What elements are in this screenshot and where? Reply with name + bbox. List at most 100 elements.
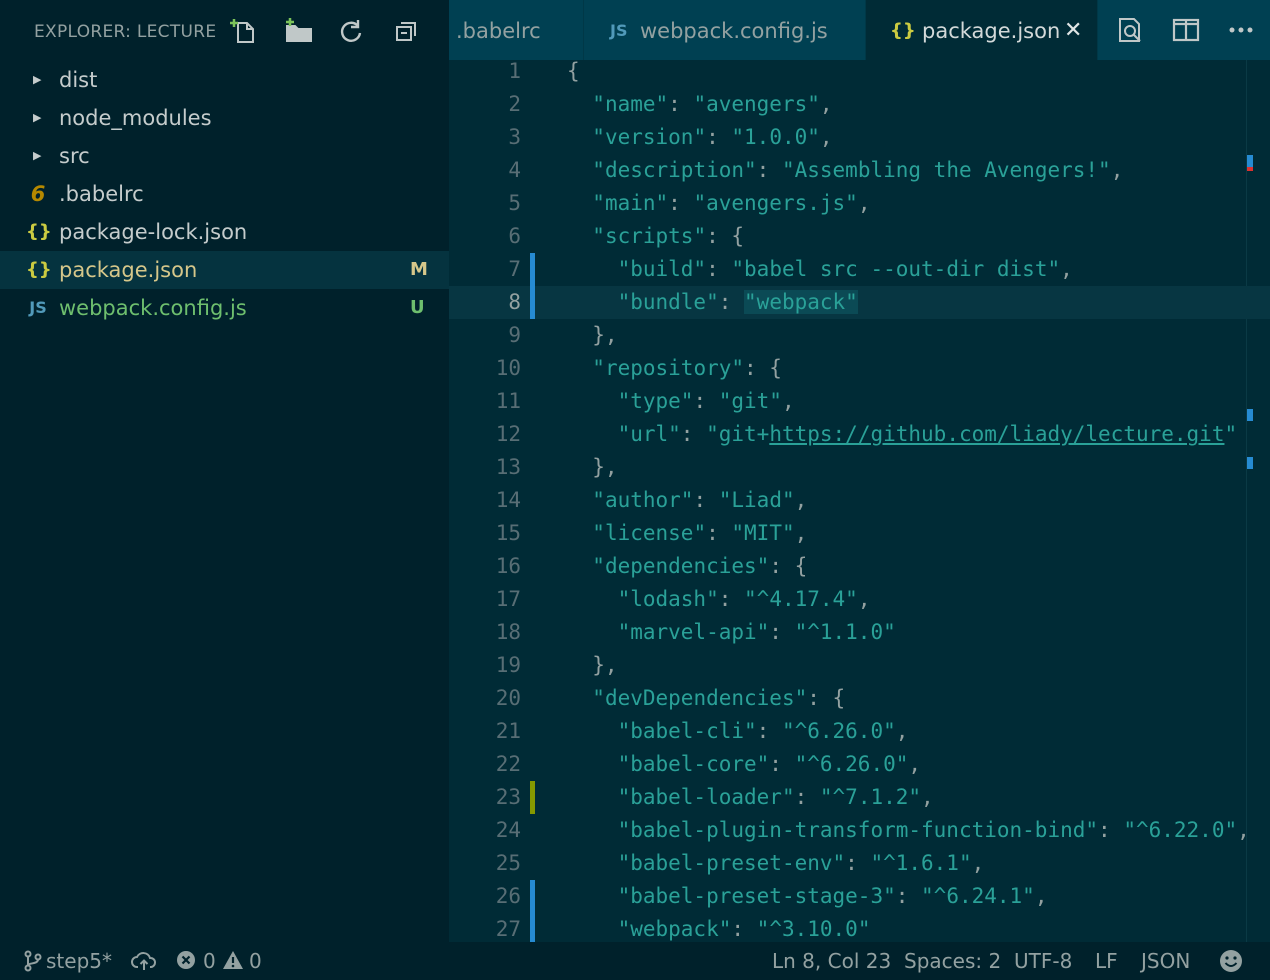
sync-button[interactable] bbox=[131, 942, 157, 980]
code-line[interactable]: 24 "babel-plugin-transform-function-bind… bbox=[449, 814, 1270, 847]
code-line[interactable]: 12 "url": "git+https://github.com/liady/… bbox=[449, 418, 1270, 451]
code-line[interactable]: 11 "type": "git", bbox=[449, 385, 1270, 418]
error-count: 0 bbox=[203, 949, 216, 973]
close-icon[interactable]: ✕ bbox=[1064, 0, 1082, 60]
collapse-all-icon[interactable] bbox=[392, 16, 422, 46]
tree-item-webpack-config[interactable]: JS webpack.config.js U bbox=[0, 289, 449, 327]
feedback-button[interactable] bbox=[1219, 942, 1245, 980]
chevron-right-icon: ▶ bbox=[33, 111, 42, 124]
line-number: 9 bbox=[508, 323, 521, 347]
git-change-marker[interactable] bbox=[530, 781, 535, 814]
more-actions-icon[interactable] bbox=[1226, 15, 1256, 45]
code-line[interactable]: 14 "author": "Liad", bbox=[449, 484, 1270, 517]
code-line[interactable]: 9 }, bbox=[449, 319, 1270, 352]
line-number: 1 bbox=[508, 60, 521, 83]
tree-item-label: dist bbox=[59, 68, 98, 92]
code-text: "description": "Assembling the Avengers!… bbox=[592, 158, 1124, 182]
line-number: 26 bbox=[495, 884, 521, 908]
indentation-selector[interactable]: Spaces: 2 bbox=[904, 942, 1001, 980]
refresh-icon[interactable] bbox=[336, 16, 366, 46]
code-editor[interactable]: 1{2 "name": "avengers", 3 "version": "1.0… bbox=[449, 60, 1270, 942]
code-line[interactable]: 5 "main": "avengers.js", bbox=[449, 187, 1270, 220]
code-line[interactable]: 27 "webpack": "^3.10.0" bbox=[449, 913, 1270, 942]
code-text: "url": "git+https://github.com/liady/lec… bbox=[617, 422, 1238, 446]
tab-webpack-config[interactable]: JS webpack.config.js bbox=[584, 0, 866, 60]
line-number: 4 bbox=[508, 158, 521, 182]
status-bar: step5* 0 0 Ln 8, Col 23 Spaces: 2 UTF-8 … bbox=[0, 942, 1270, 980]
warning-count: 0 bbox=[249, 949, 262, 973]
code-line[interactable]: 26 "babel-preset-stage-3": "^6.24.1", bbox=[449, 880, 1270, 913]
line-number: 22 bbox=[495, 752, 521, 776]
json-file-icon: {} bbox=[890, 20, 916, 41]
line-number: 24 bbox=[495, 818, 521, 842]
line-number: 18 bbox=[495, 620, 521, 644]
git-change-marker[interactable] bbox=[530, 880, 535, 913]
code-line[interactable]: 2 "name": "avengers", bbox=[449, 88, 1270, 121]
git-change-marker[interactable] bbox=[530, 253, 535, 286]
code-line[interactable]: 20 "devDependencies": { bbox=[449, 682, 1270, 715]
tree-item-babelrc[interactable]: 6 .babelrc bbox=[0, 175, 449, 213]
tree-item-package-lock[interactable]: {} package-lock.json bbox=[0, 213, 449, 251]
split-editor-icon[interactable] bbox=[1171, 15, 1201, 45]
tree-item-label: package-lock.json bbox=[59, 220, 248, 244]
code-line[interactable]: 23 "babel-loader": "^7.1.2", bbox=[449, 781, 1270, 814]
cursor-position[interactable]: Ln 8, Col 23 bbox=[772, 942, 891, 980]
code-line[interactable]: 16 "dependencies": { bbox=[449, 550, 1270, 583]
code-line[interactable]: 22 "babel-core": "^6.26.0", bbox=[449, 748, 1270, 781]
code-text: "babel-core": "^6.26.0", bbox=[617, 752, 922, 776]
code-line[interactable]: 4 "description": "Assembling the Avenger… bbox=[449, 154, 1270, 187]
line-number: 3 bbox=[508, 125, 521, 149]
tab-label: webpack.config.js bbox=[640, 19, 828, 43]
tree-item-label: package.json bbox=[59, 258, 198, 282]
tab-babelrc[interactable]: .babelrc bbox=[449, 0, 584, 60]
language-selector[interactable]: JSON bbox=[1141, 942, 1190, 980]
code-line[interactable]: 8 "bundle": "webpack" bbox=[449, 286, 1270, 319]
code-line[interactable]: 18 "marvel-api": "^1.1.0" bbox=[449, 616, 1270, 649]
code-text: "dependencies": { bbox=[592, 554, 808, 578]
code-text: "repository": { bbox=[592, 356, 782, 380]
file-tree: ▶ dist ▶ node_modules ▶ src 6 .babelrc {… bbox=[0, 61, 449, 327]
git-change-marker[interactable] bbox=[530, 913, 535, 942]
cloud-upload-icon bbox=[131, 952, 157, 970]
code-line[interactable]: 13 }, bbox=[449, 451, 1270, 484]
code-text: "author": "Liad", bbox=[592, 488, 808, 512]
line-number: 6 bbox=[508, 224, 521, 248]
code-text: "name": "avengers", bbox=[592, 92, 833, 116]
code-text: "lodash": "^4.17.4", bbox=[617, 587, 871, 611]
code-text: "babel-preset-env": "^1.6.1", bbox=[617, 851, 985, 875]
code-line[interactable]: 25 "babel-preset-env": "^1.6.1", bbox=[449, 847, 1270, 880]
line-number: 14 bbox=[495, 488, 521, 512]
tree-item-dist[interactable]: ▶ dist bbox=[0, 61, 449, 99]
git-change-marker[interactable] bbox=[530, 286, 535, 319]
code-text: }, bbox=[567, 323, 618, 347]
open-preview-icon[interactable] bbox=[1116, 15, 1146, 45]
code-line[interactable]: 7 "build": "babel src --out-dir dist", bbox=[449, 253, 1270, 286]
new-file-icon[interactable] bbox=[229, 16, 259, 46]
tab-package-json[interactable]: {} package.json ✕ bbox=[866, 0, 1098, 60]
eol-selector[interactable]: LF bbox=[1095, 942, 1118, 980]
code-text: { bbox=[567, 60, 580, 83]
code-line[interactable]: 21 "babel-cli": "^6.26.0", bbox=[449, 715, 1270, 748]
line-number: 5 bbox=[508, 191, 521, 215]
code-line[interactable]: 10 "repository": { bbox=[449, 352, 1270, 385]
code-line[interactable]: 6 "scripts": { bbox=[449, 220, 1270, 253]
code-line[interactable]: 19 }, bbox=[449, 649, 1270, 682]
code-line[interactable]: 1{ bbox=[449, 60, 1270, 88]
code-text: "build": "babel src --out-dir dist", bbox=[617, 257, 1073, 281]
code-line[interactable]: 17 "lodash": "^4.17.4", bbox=[449, 583, 1270, 616]
encoding-selector[interactable]: UTF-8 bbox=[1014, 942, 1072, 980]
code-text: "main": "avengers.js", bbox=[592, 191, 871, 215]
tree-item-src[interactable]: ▶ src bbox=[0, 137, 449, 175]
code-text: "babel-preset-stage-3": "^6.24.1", bbox=[617, 884, 1048, 908]
line-number: 13 bbox=[495, 455, 521, 479]
tree-item-package-json[interactable]: {} package.json M bbox=[0, 251, 449, 289]
code-line[interactable]: 15 "license": "MIT", bbox=[449, 517, 1270, 550]
new-folder-icon[interactable] bbox=[284, 16, 314, 46]
warning-icon bbox=[223, 951, 243, 969]
line-number: 8 bbox=[508, 290, 521, 314]
code-line[interactable]: 3 "version": "1.0.0", bbox=[449, 121, 1270, 154]
line-number: 12 bbox=[495, 422, 521, 446]
tree-item-node-modules[interactable]: ▶ node_modules bbox=[0, 99, 449, 137]
tree-item-label: src bbox=[59, 144, 90, 168]
explorer-header: EXPLORER: LECTURE bbox=[0, 0, 449, 62]
